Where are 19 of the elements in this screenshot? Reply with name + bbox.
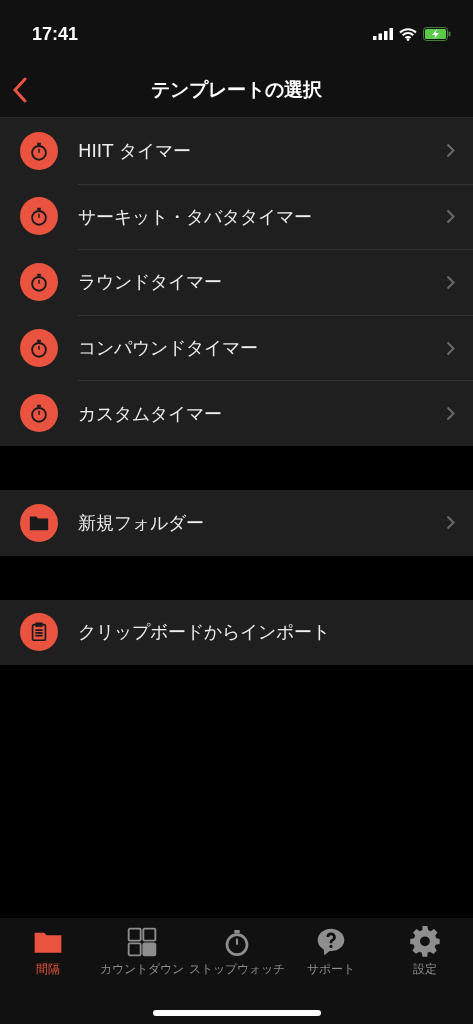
tab-bar-item[interactable]: 設定 bbox=[378, 926, 472, 977]
battery-charging-icon bbox=[423, 27, 451, 41]
tab-bar-item[interactable]: 間隔 bbox=[1, 926, 95, 977]
list-item-label[interactable]: カスタムタイマー bbox=[78, 401, 446, 426]
tab-bar-item[interactable]: カウントダウン bbox=[95, 926, 190, 977]
screen-title: テンプレートの選択 bbox=[151, 76, 322, 102]
list-item-label[interactable]: 新規フォルダー bbox=[78, 510, 446, 535]
list-item-label[interactable]: サーキット・タバタタイマー bbox=[78, 204, 446, 229]
list-item-label[interactable]: HIIT タイマー bbox=[78, 138, 446, 163]
wifi-icon bbox=[399, 27, 417, 41]
tab-bar-item[interactable]: ストップウォッチ bbox=[189, 926, 284, 977]
list-item-label[interactable]: クリップボードからインポート bbox=[78, 620, 455, 645]
settings-icon bbox=[409, 926, 441, 958]
grid-icon bbox=[126, 926, 159, 958]
tab-bar-item[interactable]: サポート bbox=[283, 926, 378, 977]
list-item-label[interactable]: ラウンドタイマー bbox=[78, 270, 446, 295]
status-time: 17:41 bbox=[32, 23, 79, 45]
signal-icon bbox=[373, 28, 393, 40]
list-item-label[interactable]: コンパウンドタイマー bbox=[78, 336, 446, 361]
